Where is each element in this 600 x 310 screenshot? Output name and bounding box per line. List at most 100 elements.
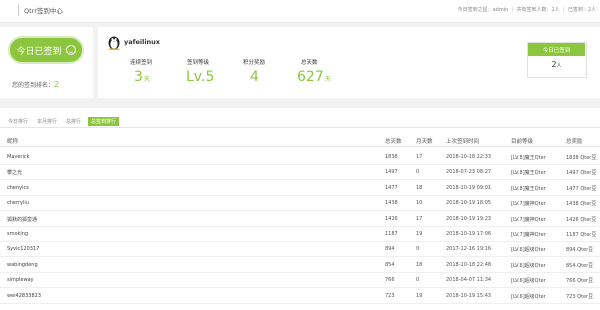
- divider: [18, 4, 19, 16]
- cell-last-checkin: 2018-10-19 09:01: [446, 184, 492, 191]
- row-divider: [0, 164, 600, 165]
- row-divider: [0, 225, 600, 227]
- cell-total-days: 723: [385, 292, 395, 299]
- column-header-nickname: 昵称: [7, 139, 19, 145]
- cell-level: [LV.8]魔王Qter: [511, 155, 546, 161]
- cell-level: [LV.8]魔王Qter: [511, 170, 546, 177]
- cell-last-checkin: 2018-04-07 11:34: [446, 277, 492, 284]
- cell-month-days: 19: [416, 231, 423, 237]
- cell-level: [LV.6]超级Qter: [511, 278, 546, 285]
- cell-level: [LV.7]魔神Qter: [511, 201, 546, 208]
- top-bar: Qtrr签到中心 今日签到之星：admin ｜ 共有签到人数：2人 ｜ 已签到：…: [0, 0, 600, 23]
- cell-last-checkin: 2018-07-23 08:27: [446, 169, 492, 176]
- divider: [0, 127, 600, 128]
- cell-last-checkin: 2018-10-18 22:33: [446, 154, 492, 160]
- cell-total-days: 894: [385, 246, 395, 253]
- stat-value-level: Lv.5: [186, 69, 215, 85]
- cell-reward: 1497 Qter豆: [566, 170, 597, 177]
- row-divider: [0, 256, 600, 258]
- cell-level: [LV.6]超级Qter: [511, 293, 546, 300]
- cell-level: [LV.8]魔王Qter: [511, 185, 546, 192]
- cell-nickname[interactable]: wei42833823: [7, 293, 41, 299]
- cell-nickname[interactable]: smoking: [7, 231, 28, 237]
- column-header-total-days: 总天数: [385, 139, 402, 145]
- user-card: [98, 27, 600, 98]
- cell-reward: 723 Qter豆: [566, 293, 594, 300]
- smile-icon: [65, 45, 76, 55]
- rank-value: 2: [54, 80, 60, 89]
- cell-level: [LV.6]超级Qter: [511, 262, 546, 269]
- cell-last-checkin: 2018-10-19 17:06: [446, 231, 492, 237]
- cell-last-checkin: 2018-10-19 15:43: [446, 292, 492, 299]
- row-divider: [0, 179, 600, 181]
- checkin-button-label: 今日已签到: [16, 46, 62, 57]
- cell-total-days: 1477: [385, 184, 398, 191]
- row-divider: [0, 302, 600, 304]
- cell-nickname[interactable]: Maverick: [7, 154, 30, 160]
- cell-month-days: 18: [416, 184, 423, 191]
- penguin-avatar-icon: [108, 36, 120, 50]
- cell-month-days: 18: [416, 261, 423, 268]
- cell-total-days: 1426: [385, 215, 398, 222]
- cell-month-days: 10: [416, 200, 423, 207]
- cell-last-checkin: 2018-10-19 19:23: [446, 215, 492, 222]
- cell-nickname[interactable]: simpleway: [7, 277, 34, 283]
- stat-label-total-days: 总天数: [301, 60, 318, 66]
- cell-reward: 1838 Qter豆: [566, 155, 597, 161]
- stat-label-level: 签到等级: [187, 60, 210, 66]
- cell-total-days: 854: [385, 261, 395, 268]
- cell-reward: 1426 Qter豆: [566, 216, 597, 223]
- column-header-last-checkin: 上次签到时间: [446, 139, 480, 145]
- column-header-level: 目前等级: [511, 139, 534, 145]
- cell-total-days: 1438: [385, 200, 398, 207]
- cell-total-days: 1187: [385, 231, 398, 237]
- cell-total-days: 1838: [385, 154, 398, 160]
- cell-month-days: 17: [416, 154, 423, 160]
- cell-nickname[interactable]: chenyics: [7, 185, 29, 191]
- row-divider: [0, 271, 600, 273]
- cell-nickname[interactable]: wabingdeng: [7, 262, 38, 268]
- cell-reward: 766 Qter豆: [566, 278, 594, 285]
- cell-nickname[interactable]: Syvic120317: [7, 246, 39, 252]
- today-header: 今日已签到: [528, 43, 585, 56]
- cell-reward: 894 Qter豆: [566, 247, 594, 254]
- ranking-panel: [0, 108, 600, 310]
- today-count: 2人: [551, 60, 562, 69]
- stat-label-reward: 积分奖励: [243, 60, 266, 66]
- cell-nickname[interactable]: 狐默的狐蛮通: [7, 216, 37, 223]
- cell-month-days: 17: [416, 215, 423, 222]
- cell-nickname[interactable]: 攀之光: [7, 169, 22, 176]
- column-header-month-days: 月天数: [416, 139, 433, 145]
- rank-text: 您的签到排名：2: [12, 80, 59, 89]
- tab-total-checkin[interactable]: 总签到排行: [88, 117, 120, 126]
- rank-label: 您的签到排名：: [12, 82, 55, 89]
- tab-month[interactable]: 本月排行: [37, 118, 57, 125]
- stat-value-reward: 4: [250, 69, 259, 85]
- tab-today[interactable]: 今日排行: [8, 118, 28, 125]
- cell-last-checkin: 2017-12-16 19:16: [446, 246, 492, 253]
- cell-month-days: 0: [416, 169, 420, 176]
- username: yafeilinux: [124, 38, 160, 46]
- row-divider: [0, 241, 600, 242]
- cell-month-days: 19: [416, 292, 423, 299]
- stat-value-total-days: 627天: [297, 69, 331, 85]
- checkin-button[interactable]: 今日已签到: [8, 36, 84, 64]
- row-divider: [0, 194, 600, 196]
- cell-reward: 1187 Qter豆: [566, 232, 597, 238]
- cell-total-days: 766: [385, 277, 395, 284]
- stat-label-streak: 连续签到: [130, 60, 153, 66]
- page-title: Qtrr签到中心: [24, 7, 63, 15]
- cell-nickname[interactable]: cherryliu: [7, 200, 29, 206]
- cell-last-checkin: 2018-10-19 18:05: [446, 200, 492, 207]
- tab-total[interactable]: 总排行: [66, 118, 81, 125]
- cell-month-days: 0: [416, 246, 420, 253]
- divider: [0, 146, 600, 147]
- cell-level: [LV.6]超级Qter: [511, 247, 546, 254]
- cell-level: [LV.7]魔神Qter: [511, 232, 546, 238]
- cell-reward: 1438 Qter豆: [566, 201, 597, 208]
- column-header-reward: 总奖励: [566, 139, 583, 145]
- cell-reward: 854 Qter豆: [566, 262, 594, 269]
- row-divider: [0, 210, 600, 212]
- cell-level: [LV.7]魔神Qter: [511, 216, 546, 223]
- row-divider: [0, 287, 600, 289]
